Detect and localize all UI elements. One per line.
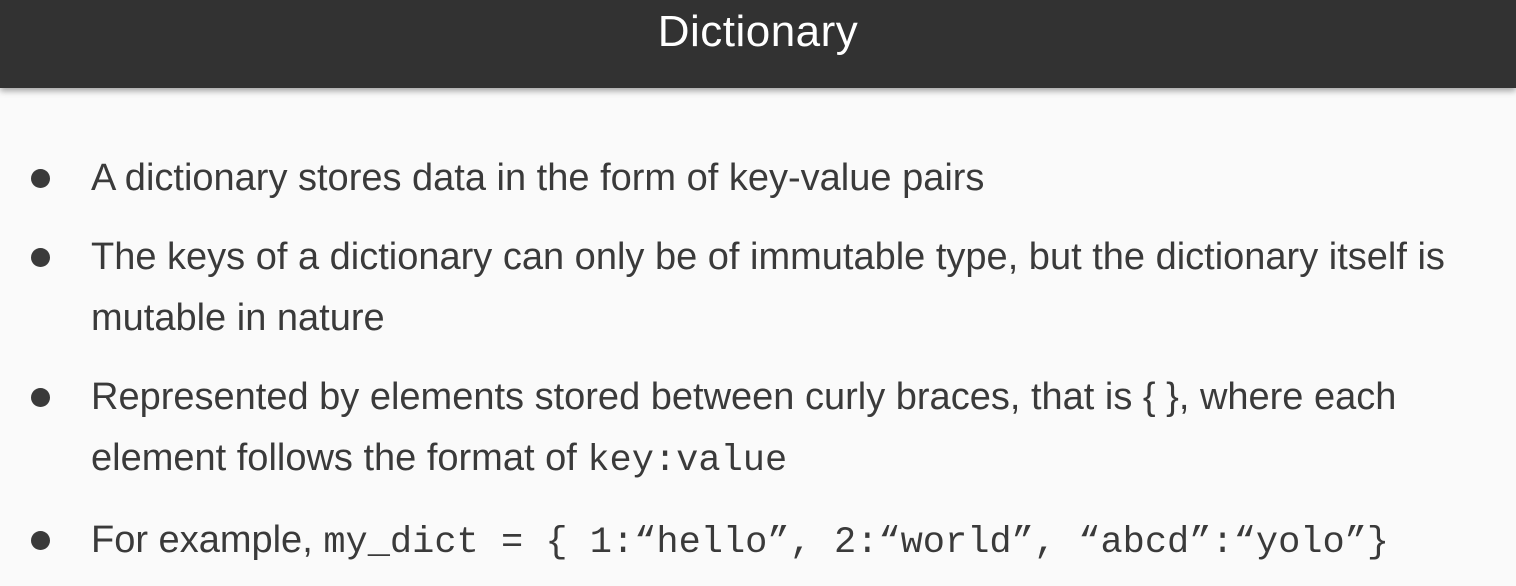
bullet-dot-icon xyxy=(31,169,50,188)
bullet-item: The keys of a dictionary can only be of … xyxy=(0,227,1516,349)
bullet-dot-icon xyxy=(31,388,50,407)
bullet-text: The keys of a dictionary can only be of … xyxy=(91,236,1445,339)
bullet-item: A dictionary stores data in the form of … xyxy=(0,148,1516,209)
bullet-text: A dictionary stores data in the form of … xyxy=(91,157,985,199)
bullet-text: For example, xyxy=(91,519,324,561)
title-bar: Dictionary xyxy=(0,0,1516,88)
bullet-item: Represented by elements stored between c… xyxy=(0,367,1516,492)
slide-title: Dictionary xyxy=(657,7,859,56)
slide: Dictionary A dictionary stores data in t… xyxy=(0,0,1516,586)
code-snippet: key:value xyxy=(587,440,788,482)
bullet-dot-icon xyxy=(31,248,50,267)
code-snippet: my_dict = { 1:“hello”, 2:“world”, “abcd”… xyxy=(323,522,1390,564)
bullet-list: A dictionary stores data in the form of … xyxy=(0,148,1516,586)
bullet-item: For example, my_dict = { 1:“hello”, 2:“w… xyxy=(0,510,1516,574)
bullet-dot-icon xyxy=(31,531,50,550)
